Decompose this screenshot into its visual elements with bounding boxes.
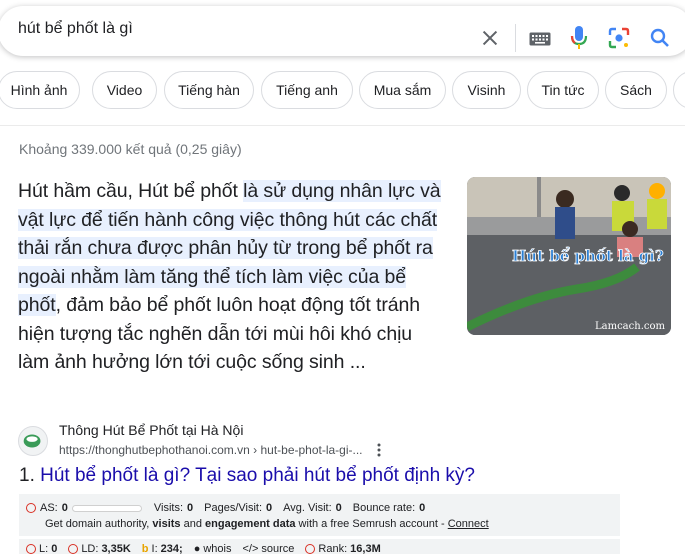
promo-text-2: with a free Semrush account - xyxy=(295,518,448,530)
featured-snippet-text: Hút hầm cầu, Hút bể phốt là sử dụng nhân… xyxy=(18,177,448,377)
site-name[interactable]: Thông Hút Bể Phốt tại Hà Nội xyxy=(59,422,243,438)
snippet-image-watermark: Lamcach.com xyxy=(595,321,665,332)
semrush-ld-icon xyxy=(68,544,79,554)
semrush-rank-icon xyxy=(305,544,316,554)
chip-news[interactable]: Tin tức xyxy=(527,71,599,109)
lens-icon[interactable] xyxy=(607,26,631,50)
semrush-visits-label: Visits: xyxy=(153,502,183,514)
promo-and: and xyxy=(180,518,206,530)
snippet-image[interactable]: Hút bể phốt là gì? Lamcach.com xyxy=(467,177,671,335)
semrush-bar: AS: 0 Visits: 0 Pages/Visit: 0 Avg. Visit: 0… xyxy=(19,494,620,536)
result-title-link[interactable]: 1. Hút bể phốt là gì? Tại sao phải hút b… xyxy=(19,465,475,487)
keyboard-icon[interactable] xyxy=(529,32,551,46)
semrush-as-label: AS: xyxy=(40,502,58,514)
semrush-l-icon xyxy=(26,544,36,554)
chip-shopping[interactable]: Mua sắm xyxy=(359,71,446,109)
semrush-bounce-value: 0 xyxy=(419,502,426,514)
chip-video[interactable]: Video xyxy=(92,71,157,109)
semrush-bing-icon: b xyxy=(141,543,149,554)
semrush-rank-label: Rank: xyxy=(318,543,348,554)
snippet-image-caption: Hút bể phốt là gì? xyxy=(512,247,664,265)
semrush-l-value: 0 xyxy=(51,543,58,554)
semrush-source-link[interactable]: source xyxy=(261,543,294,554)
semrush-l-label: L: xyxy=(39,543,49,554)
microphone-icon[interactable] xyxy=(569,25,589,51)
semrush-avg-value: 0 xyxy=(335,502,342,514)
chips-divider xyxy=(0,125,685,126)
chip-images[interactable]: Hình ảnh xyxy=(0,71,80,109)
semrush-source-icon: </> xyxy=(242,543,259,554)
semrush-avg-label: Avg. Visit: xyxy=(283,502,332,514)
promo-engagement: engagement data xyxy=(205,518,296,530)
close-icon[interactable] xyxy=(479,27,501,49)
semrush-bounce-label: Bounce rate: xyxy=(352,502,416,514)
semrush-i-value: 234; xyxy=(160,543,183,554)
semrush-bar-2: L: 0 LD: 3,35K b I: 234; ● whois </> source… xyxy=(19,539,620,554)
snippet-text-end: , đảm bảo bể phốt luôn hoạt động tốt trá… xyxy=(18,294,420,373)
result-number: 1. xyxy=(19,465,35,486)
promo-visits: visits xyxy=(152,518,181,530)
semrush-connect-link[interactable]: Connect xyxy=(448,518,489,530)
snippet-text-start: Hút hầm cầu, Hút bể phốt xyxy=(18,180,244,202)
semrush-visits-value: 0 xyxy=(187,502,194,514)
semrush-ld-value: 3,35K xyxy=(101,543,131,554)
result-title[interactable]: Hút bể phốt là gì? Tại sao phải hút bể p… xyxy=(40,465,475,486)
semrush-whois-icon: ● xyxy=(193,543,201,554)
divider xyxy=(515,24,516,52)
semrush-i-label: I: xyxy=(151,543,158,554)
site-favicon[interactable] xyxy=(18,426,48,456)
chip-korean[interactable]: Tiếng hàn xyxy=(164,71,254,109)
search-bar[interactable]: hút bể phốt là gì xyxy=(0,6,685,56)
site-url[interactable]: https://thonghutbephothanoi.com.vn › hut… xyxy=(59,443,363,457)
chip-english[interactable]: Tiếng anh xyxy=(261,71,353,109)
result-stats: Khoảng 339.000 kết quả (0,25 giây) xyxy=(19,141,242,157)
chip-books[interactable]: Sách xyxy=(605,71,667,109)
semrush-links-row: L: 0 LD: 3,35K b I: 234; ● whois </> source… xyxy=(26,543,381,554)
semrush-pages-label: Pages/Visit: xyxy=(204,502,263,514)
semrush-ld-label: LD: xyxy=(81,543,99,554)
chip-visinh[interactable]: Visinh xyxy=(452,71,521,109)
semrush-as-icon xyxy=(26,503,36,513)
semrush-as-bar xyxy=(71,504,142,512)
semrush-rank-value: 16,3M xyxy=(350,543,381,554)
semrush-whois-link[interactable]: whois xyxy=(203,543,231,554)
semrush-metrics-row: AS: 0 Visits: 0 Pages/Visit: 0 Avg. Visit: 0… xyxy=(26,502,425,514)
semrush-promo: Get domain authority, visits and engagem… xyxy=(45,518,489,530)
semrush-pages-value: 0 xyxy=(266,502,273,514)
semrush-as-value: 0 xyxy=(61,502,68,514)
more-vert-icon[interactable] xyxy=(375,442,383,458)
promo-text-1: Get domain authority, xyxy=(45,518,150,530)
search-icon[interactable] xyxy=(648,26,672,50)
filter-chips: Hình ảnh Video Tiếng hàn Tiếng anh Mua s… xyxy=(0,71,685,109)
chip-more[interactable] xyxy=(673,71,685,109)
search-input[interactable]: hút bể phốt là gì xyxy=(18,20,133,38)
